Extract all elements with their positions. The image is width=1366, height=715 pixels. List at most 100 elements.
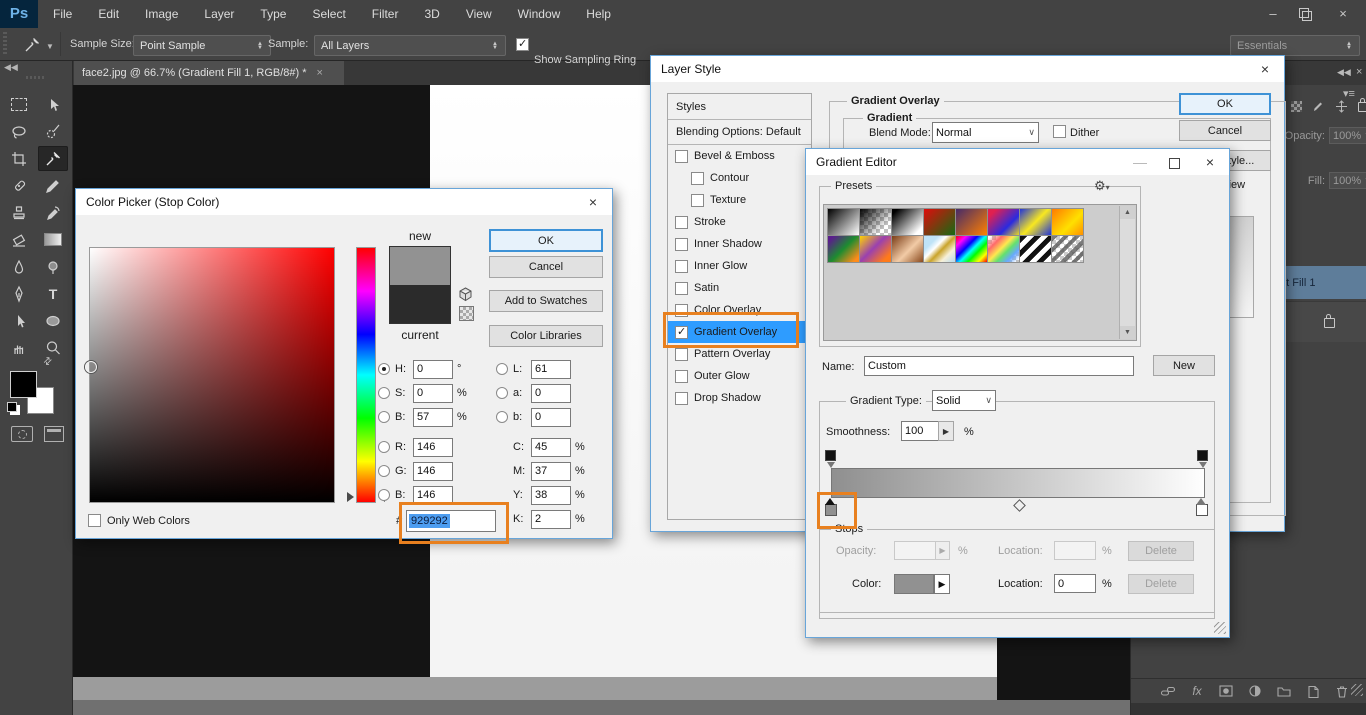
gradient-preset-violet-orange[interactable]	[955, 208, 988, 236]
adjustment-layer-icon[interactable]	[1244, 682, 1266, 700]
field-input-b[interactable]: 0	[531, 408, 571, 427]
close-icon[interactable]: ×	[1193, 149, 1227, 175]
gradient-preset-transparent-stripes[interactable]	[1019, 235, 1052, 263]
layer-group-icon[interactable]	[1273, 682, 1295, 700]
hand-tool[interactable]	[4, 335, 34, 360]
hue-slider[interactable]	[356, 247, 376, 503]
minimize-icon[interactable]: —	[1123, 149, 1157, 175]
field-input-s[interactable]: 0	[413, 384, 453, 403]
window-close-button[interactable]: ×	[1328, 0, 1358, 28]
checkbox[interactable]	[675, 216, 688, 229]
name-input[interactable]: Custom	[864, 356, 1134, 376]
gradient-preset-neutral-density[interactable]	[1051, 235, 1084, 263]
opacity-stop-right[interactable]	[1197, 450, 1208, 461]
stop-color-arrow-button[interactable]: ▶	[934, 574, 950, 594]
gradient-preset-spectrum[interactable]	[955, 235, 988, 263]
menu-view[interactable]: View	[453, 0, 505, 28]
zoom-tool[interactable]	[38, 335, 68, 360]
new-layer-icon[interactable]	[1302, 682, 1324, 700]
sample-dropdown[interactable]: All Layers ▲▼	[314, 35, 506, 56]
lock-image-pixels-icon[interactable]	[1312, 100, 1325, 113]
layer-style-item-contour[interactable]: Contour	[668, 167, 811, 189]
quick-mask-icon[interactable]	[11, 426, 33, 442]
blend-mode-dropdown[interactable]: Normal ∨	[932, 122, 1039, 143]
default-colors-icon[interactable]	[7, 402, 17, 412]
history-brush-tool[interactable]	[38, 200, 68, 225]
checkbox[interactable]	[675, 260, 688, 273]
layer-style-item-inner-shadow[interactable]: Inner Shadow	[668, 233, 811, 255]
tool-preset-arrow-icon[interactable]: ▼	[46, 42, 54, 51]
blending-options-item[interactable]: Blending Options: Default	[668, 120, 811, 145]
lock-all-icon[interactable]	[1358, 102, 1366, 112]
gradient-preset-blue-red-yellow[interactable]	[987, 208, 1020, 236]
collapse-panel-icon[interactable]: ◀◀	[4, 62, 18, 73]
gradient-preset-violet-green-orange[interactable]	[827, 235, 860, 263]
panel-resize-grip[interactable]	[1351, 684, 1363, 696]
gradient-bar[interactable]	[831, 468, 1205, 498]
collapse-panels-icon[interactable]: ◀◀	[1337, 67, 1351, 78]
eyedropper-tool[interactable]	[38, 146, 68, 171]
layer-effects-icon[interactable]: fx	[1186, 682, 1208, 700]
color-stop-right[interactable]	[1196, 504, 1208, 516]
gradient-preset-blue-yellow-blue[interactable]	[1019, 208, 1052, 236]
smoothness-spinner[interactable]: ▶	[938, 421, 954, 441]
field-input-y[interactable]: 38	[531, 486, 571, 505]
menu-file[interactable]: File	[40, 0, 85, 28]
ok-button[interactable]: OK	[1179, 93, 1271, 115]
gradient-preset-red-green[interactable]	[923, 208, 956, 236]
checkbox[interactable]	[675, 304, 688, 317]
stop-location-input[interactable]: 0	[1054, 574, 1096, 593]
radio-g[interactable]	[378, 465, 390, 477]
eyedropper-tool-icon[interactable]	[24, 36, 41, 56]
field-input-c[interactable]: 45	[531, 438, 571, 457]
checkbox[interactable]	[675, 282, 688, 295]
panel-menu-icon[interactable]: ▾≡	[1343, 87, 1355, 100]
hex-input[interactable]: 929292	[406, 510, 496, 532]
link-layers-icon[interactable]	[1157, 682, 1179, 700]
hue-slider-left-arrow[interactable]	[347, 492, 354, 502]
layer-style-item-pattern-overlay[interactable]: Pattern Overlay	[668, 343, 811, 365]
brush-tool[interactable]	[38, 173, 68, 198]
lock-position-icon[interactable]	[1335, 100, 1348, 113]
scroll-up-icon[interactable]: ▲	[1120, 206, 1135, 219]
spot-healing-brush-tool[interactable]	[4, 173, 34, 198]
fill-dropdown[interactable]: 100%▼	[1329, 172, 1366, 189]
screen-mode-icon[interactable]	[44, 426, 64, 442]
opacity-stop-left[interactable]	[825, 450, 836, 461]
quick-selection-tool[interactable]	[38, 119, 68, 144]
toolbar-grip[interactable]	[26, 76, 46, 79]
color-field[interactable]	[89, 247, 335, 503]
gamut-swatch-icon[interactable]	[459, 306, 474, 321]
gradient-preset-foreground-to-transparent[interactable]	[859, 208, 892, 236]
layer-style-item-outer-glow[interactable]: Outer Glow	[668, 365, 811, 387]
menu-help[interactable]: Help	[573, 0, 624, 28]
sample-size-dropdown[interactable]: Point Sample ▲▼	[133, 35, 271, 56]
gradient-preset-orange-yellow-orange[interactable]	[1051, 208, 1084, 236]
radio-b[interactable]	[378, 489, 390, 501]
radio-l[interactable]	[496, 363, 508, 375]
color-libraries-button[interactable]: Color Libraries	[489, 325, 603, 347]
crop-tool[interactable]	[4, 146, 34, 171]
radio-b[interactable]	[378, 411, 390, 423]
pen-tool[interactable]	[4, 281, 34, 306]
gear-icon[interactable]: ⚙▾	[1094, 178, 1110, 194]
menu-filter[interactable]: Filter	[359, 0, 412, 28]
close-panel-icon[interactable]: ×	[1356, 66, 1362, 78]
checkbox[interactable]	[675, 370, 688, 383]
checkbox[interactable]	[675, 348, 688, 361]
menu-3d[interactable]: 3D	[411, 0, 452, 28]
only-web-colors-checkbox[interactable]	[88, 514, 101, 527]
field-input-k[interactable]: 2	[531, 510, 571, 529]
gradient-preset-chrome[interactable]	[923, 235, 956, 263]
checkbox[interactable]	[675, 150, 688, 163]
workspace-dropdown[interactable]: Essentials ▲▼	[1230, 35, 1360, 56]
checkbox[interactable]	[691, 194, 704, 207]
menu-edit[interactable]: Edit	[85, 0, 132, 28]
radio-b[interactable]	[496, 411, 508, 423]
blur-tool[interactable]	[4, 254, 34, 279]
maximize-icon[interactable]	[1157, 149, 1191, 175]
layer-style-item-color-overlay[interactable]: Color Overlay	[668, 299, 811, 321]
layer-style-item-gradient-overlay[interactable]: Gradient Overlay	[668, 321, 811, 343]
menu-layer[interactable]: Layer	[191, 0, 247, 28]
opacity-dropdown[interactable]: 100%▼	[1329, 127, 1366, 144]
